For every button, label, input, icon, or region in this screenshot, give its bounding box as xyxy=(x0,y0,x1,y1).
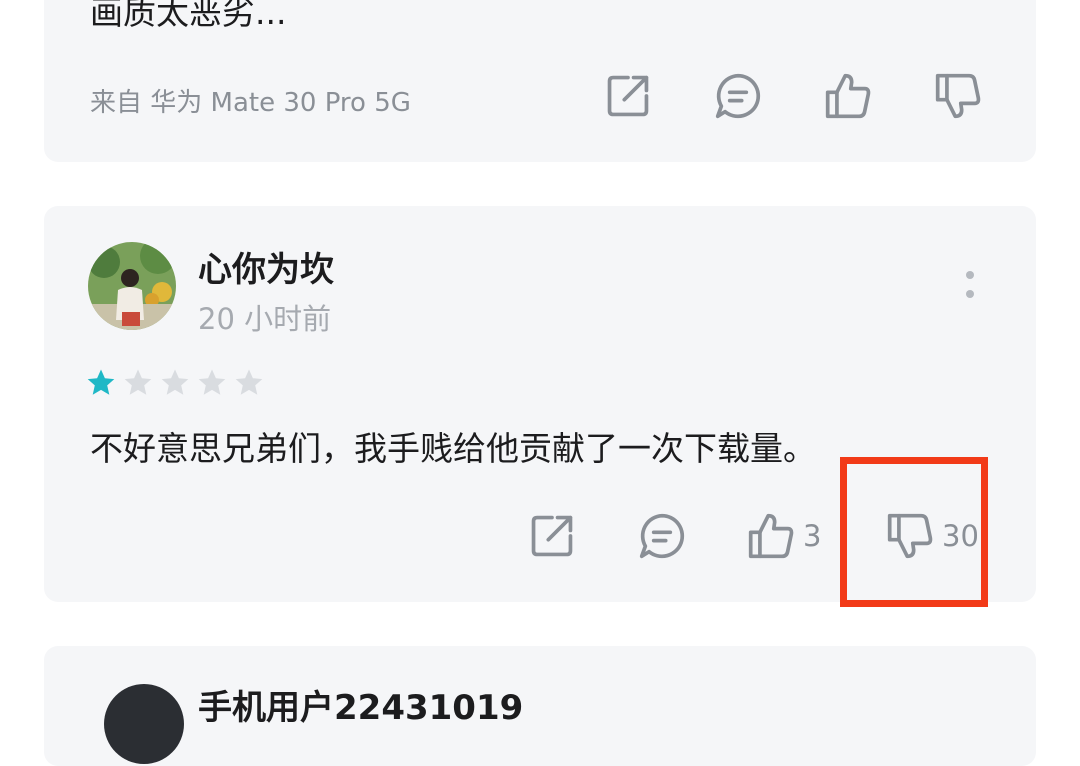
review-time: 20 小时前 xyxy=(198,302,332,336)
thumb-up-icon xyxy=(824,72,872,120)
star-icon xyxy=(197,368,227,398)
star-icon xyxy=(160,368,190,398)
username[interactable]: 手机用户22431019 xyxy=(198,680,523,729)
star-icon xyxy=(234,368,264,398)
thumb-up-icon xyxy=(747,512,795,560)
review-text: 不好意思兄弟们，我手贱给他贡献了一次下载量。 xyxy=(90,429,816,468)
comment-button[interactable] xyxy=(714,72,762,120)
dislike-button[interactable]: 30 xyxy=(886,512,979,560)
comment-icon xyxy=(638,512,686,560)
dislike-button[interactable] xyxy=(934,72,982,120)
star-rating xyxy=(86,368,264,398)
review-text: 画质太恶劣... xyxy=(90,0,287,32)
share-button[interactable] xyxy=(528,512,576,560)
like-count: 3 xyxy=(803,519,822,553)
avatar[interactable] xyxy=(104,684,184,764)
review-card: 心你为坎 20 小时前 不好意思兄弟们，我手贱给他贡献了一次下载量。 3 30 xyxy=(44,206,1036,602)
comment-button[interactable] xyxy=(638,512,686,560)
star-icon xyxy=(123,368,153,398)
review-card-next: 手机用户22431019 xyxy=(44,646,1036,766)
share-icon xyxy=(604,72,652,120)
review-card-previous: 画质太恶劣... 来自 华为 Mate 30 Pro 5G xyxy=(44,0,1036,162)
share-icon xyxy=(528,512,576,560)
share-button[interactable] xyxy=(604,72,652,120)
thumb-down-icon xyxy=(934,72,982,120)
thumb-down-icon xyxy=(886,512,934,560)
star-icon xyxy=(86,368,116,398)
device-label: 来自 华为 Mate 30 Pro 5G xyxy=(90,88,411,118)
like-button[interactable] xyxy=(824,72,872,120)
like-button[interactable]: 3 xyxy=(747,512,821,560)
more-vertical-icon xyxy=(966,271,974,298)
more-options-button[interactable] xyxy=(960,270,980,304)
comment-icon xyxy=(714,72,762,120)
username[interactable]: 心你为坎 xyxy=(198,242,334,291)
dislike-count: 30 xyxy=(942,519,979,553)
avatar[interactable] xyxy=(88,242,176,330)
